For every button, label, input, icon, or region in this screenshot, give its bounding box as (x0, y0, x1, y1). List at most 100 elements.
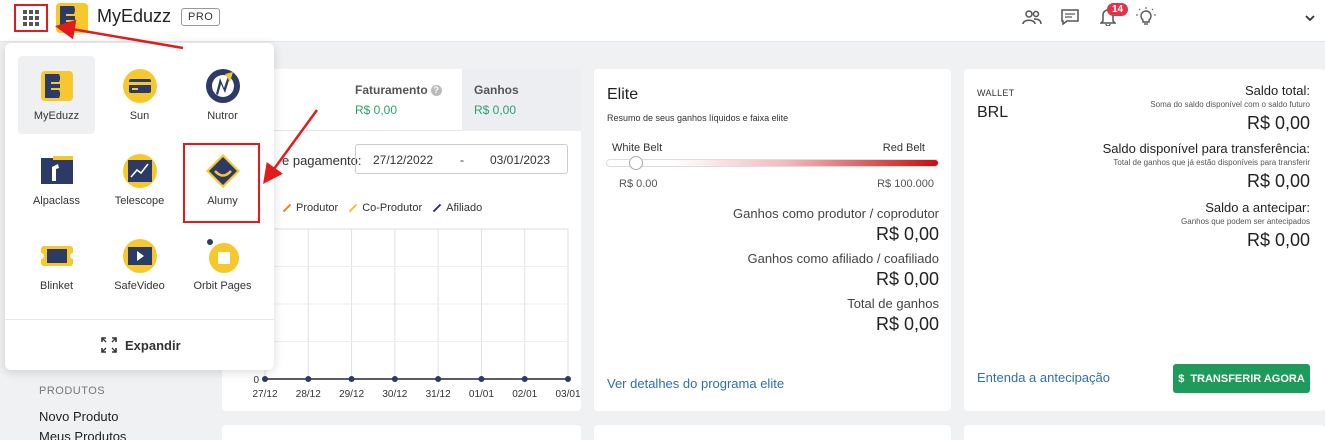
app-myeduzz[interactable]: MyEduzz (18, 56, 95, 134)
affiliate-earnings-value: R$ 0,00 (875, 269, 939, 289)
sidebar-item-meus-produtos[interactable]: Meus Produtos (39, 429, 126, 440)
tab-faturamento[interactable]: Faturamento? R$ 0,00 (343, 69, 462, 131)
myeduzz-icon (40, 71, 73, 101)
alumy-highlight-box (183, 143, 260, 223)
chart-legend: Produtor Co-Produtor Afiliado (282, 202, 482, 214)
chart-x-tick-label: 30/12 (382, 389, 407, 400)
earnings-chart-card: s Faturamento? R$ 0,00 Ganhos R$ 0,00 e … (222, 69, 581, 411)
chevron-down-icon[interactable] (1305, 9, 1315, 25)
advance-info-link[interactable]: Entenda a antecipação (977, 370, 1110, 385)
elite-card: Elite Resumo de seus ganhos líquidos e f… (594, 69, 951, 411)
affiliate-earnings-label: Ganhos como afiliado / coafiliado (747, 251, 939, 266)
nutror-icon (205, 69, 240, 103)
tab-ganhos[interactable]: Ganhos R$ 0,00 (462, 69, 581, 131)
advance-balance-title: Saldo a antecipar: (1205, 200, 1310, 215)
chart-x-tick-label: 03/01 (555, 389, 580, 400)
brand-name: MyEduzz (97, 6, 172, 26)
date-separator: - (460, 153, 464, 167)
elite-program-link[interactable]: Ver detalhes do programa elite (607, 376, 784, 391)
earnings-tabs: s Faturamento? R$ 0,00 Ganhos R$ 0,00 (222, 69, 581, 131)
pro-badge: PRO (181, 8, 221, 26)
total-balance-value: R$ 0,00 (1246, 113, 1310, 133)
chart-x-tick-label: 31/12 (426, 389, 451, 400)
chart-data-point (348, 376, 355, 382)
app-safevideo[interactable]: SafeVideo (101, 226, 178, 304)
app-blinket[interactable]: Blinket (18, 226, 95, 304)
transfer-now-label: TRANSFERIR AGORA (1190, 372, 1305, 385)
notification-badge: 14 (1107, 3, 1129, 16)
chat-icon[interactable] (1059, 6, 1081, 28)
tab-faturamento-value: R$ 0,00 (355, 103, 398, 117)
transfer-now-button[interactable]: $ TRANSFERIR AGORA (1173, 364, 1310, 393)
app-sun[interactable]: Sun (101, 56, 178, 134)
wallet-label: WALLET (977, 88, 1015, 98)
app-telescope[interactable]: Telescope (101, 141, 178, 219)
advance-balance-sub: Ganhos que podem ser antecipados (1181, 217, 1310, 226)
red-belt-label: Red Belt (882, 142, 925, 154)
sun-card-icon (122, 69, 157, 103)
producer-earnings-value: R$ 0,00 (875, 224, 939, 244)
grid-icon (23, 10, 39, 26)
chart-x-tick-label: 27/12 (252, 389, 277, 400)
chart-x-tick-label: 28/12 (296, 389, 321, 400)
tab-ganhos-label: Ganhos (474, 83, 519, 97)
earnings-line-chart: 0 27/12 28/12 29/12 30/12 31/12 01/01 02/01 03/0… (252, 228, 581, 400)
belt-progress-bar (606, 159, 939, 167)
sidebar-section-produtos: PRODUTOS (39, 385, 106, 397)
help-icon[interactable]: ? (430, 85, 442, 96)
total-balance: Saldo total: Soma do saldo disponível co… (1150, 83, 1310, 134)
belt-max-value: R$ 100.000 (877, 178, 934, 190)
chart-x-tick-label: 29/12 (339, 389, 364, 400)
app-orbit-pages[interactable]: Orbit Pages (184, 226, 261, 304)
myeduzz-logo-icon[interactable] (56, 3, 88, 33)
available-balance-title: Saldo disponível para transferência: (1102, 141, 1310, 156)
launcher-divider (5, 319, 274, 320)
elite-title: Elite (607, 86, 639, 103)
chart-data-point (521, 376, 528, 382)
date-to: 03/01/2023 (490, 153, 551, 167)
expand-button[interactable]: Expandir (101, 337, 181, 353)
app-nutror[interactable]: Nutror (184, 56, 261, 134)
expand-icon (101, 337, 117, 353)
total-balance-title: Saldo total: (1244, 83, 1310, 98)
available-balance-value: R$ 0,00 (1246, 171, 1310, 191)
total-balance-sub: Soma do saldo disponível com o saldo fut… (1150, 100, 1310, 109)
advance-balance-value: R$ 0,00 (1246, 230, 1310, 250)
tab-faturamento-label: Faturamento (355, 83, 428, 97)
sidebar-item-novo-produto[interactable]: Novo Produto (39, 409, 119, 424)
available-balance-sub: Total de ganhos que já estão disponíveis… (1113, 158, 1310, 167)
belt-progress-handle (629, 156, 643, 170)
wallet-card: WALLET BRL Saldo total: Soma do saldo di… (964, 69, 1325, 411)
white-belt-label: White Belt (612, 142, 663, 154)
chart-data-point (435, 376, 442, 382)
chart-data-point (565, 376, 571, 382)
telescope-icon (122, 154, 157, 188)
legend-item-produtor[interactable]: Produtor (282, 202, 338, 214)
elite-subtitle: Resumo de seus ganhos líquidos e faixa e… (607, 113, 789, 123)
bottom-card-1 (222, 425, 581, 440)
users-icon[interactable] (1021, 6, 1043, 28)
bottom-card-3 (964, 425, 1325, 440)
app-launcher-button[interactable] (14, 4, 48, 32)
chart-data-point (305, 376, 312, 382)
total-earnings-value: R$ 0,00 (875, 314, 939, 334)
chart-y-tick-label: 0 (253, 375, 259, 386)
bottom-card-2 (594, 425, 951, 440)
chart-data-point (262, 376, 268, 382)
chart-x-tick-label: 02/01 (512, 389, 537, 400)
wallet-currency: BRL (977, 104, 1009, 121)
lightbulb-icon[interactable] (1135, 6, 1157, 28)
date-range-picker[interactable]: 27/12/2022 - 03/01/2023 (355, 144, 568, 174)
expand-label: Expandir (125, 337, 181, 353)
legend-item-afiliado[interactable]: Afiliado (432, 202, 482, 214)
chart-data-point (391, 376, 398, 382)
top-bar: MyEduzz PRO 14 (0, 0, 1325, 42)
chart-x-tick-label: 01/01 (469, 389, 494, 400)
chart-data-point (478, 376, 485, 382)
date-from: 27/12/2022 (373, 153, 434, 167)
app-alpaclass[interactable]: Alpaclass (18, 141, 95, 219)
blinket-icon (38, 246, 75, 266)
app-launcher-menu: MyEduzz Sun Nutror Alpaclass Telescope A… (5, 43, 274, 370)
legend-item-coprodutor[interactable]: Co-Produtor (348, 202, 422, 214)
advance-balance: Saldo a antecipar: Ganhos que podem ser … (1181, 200, 1310, 251)
